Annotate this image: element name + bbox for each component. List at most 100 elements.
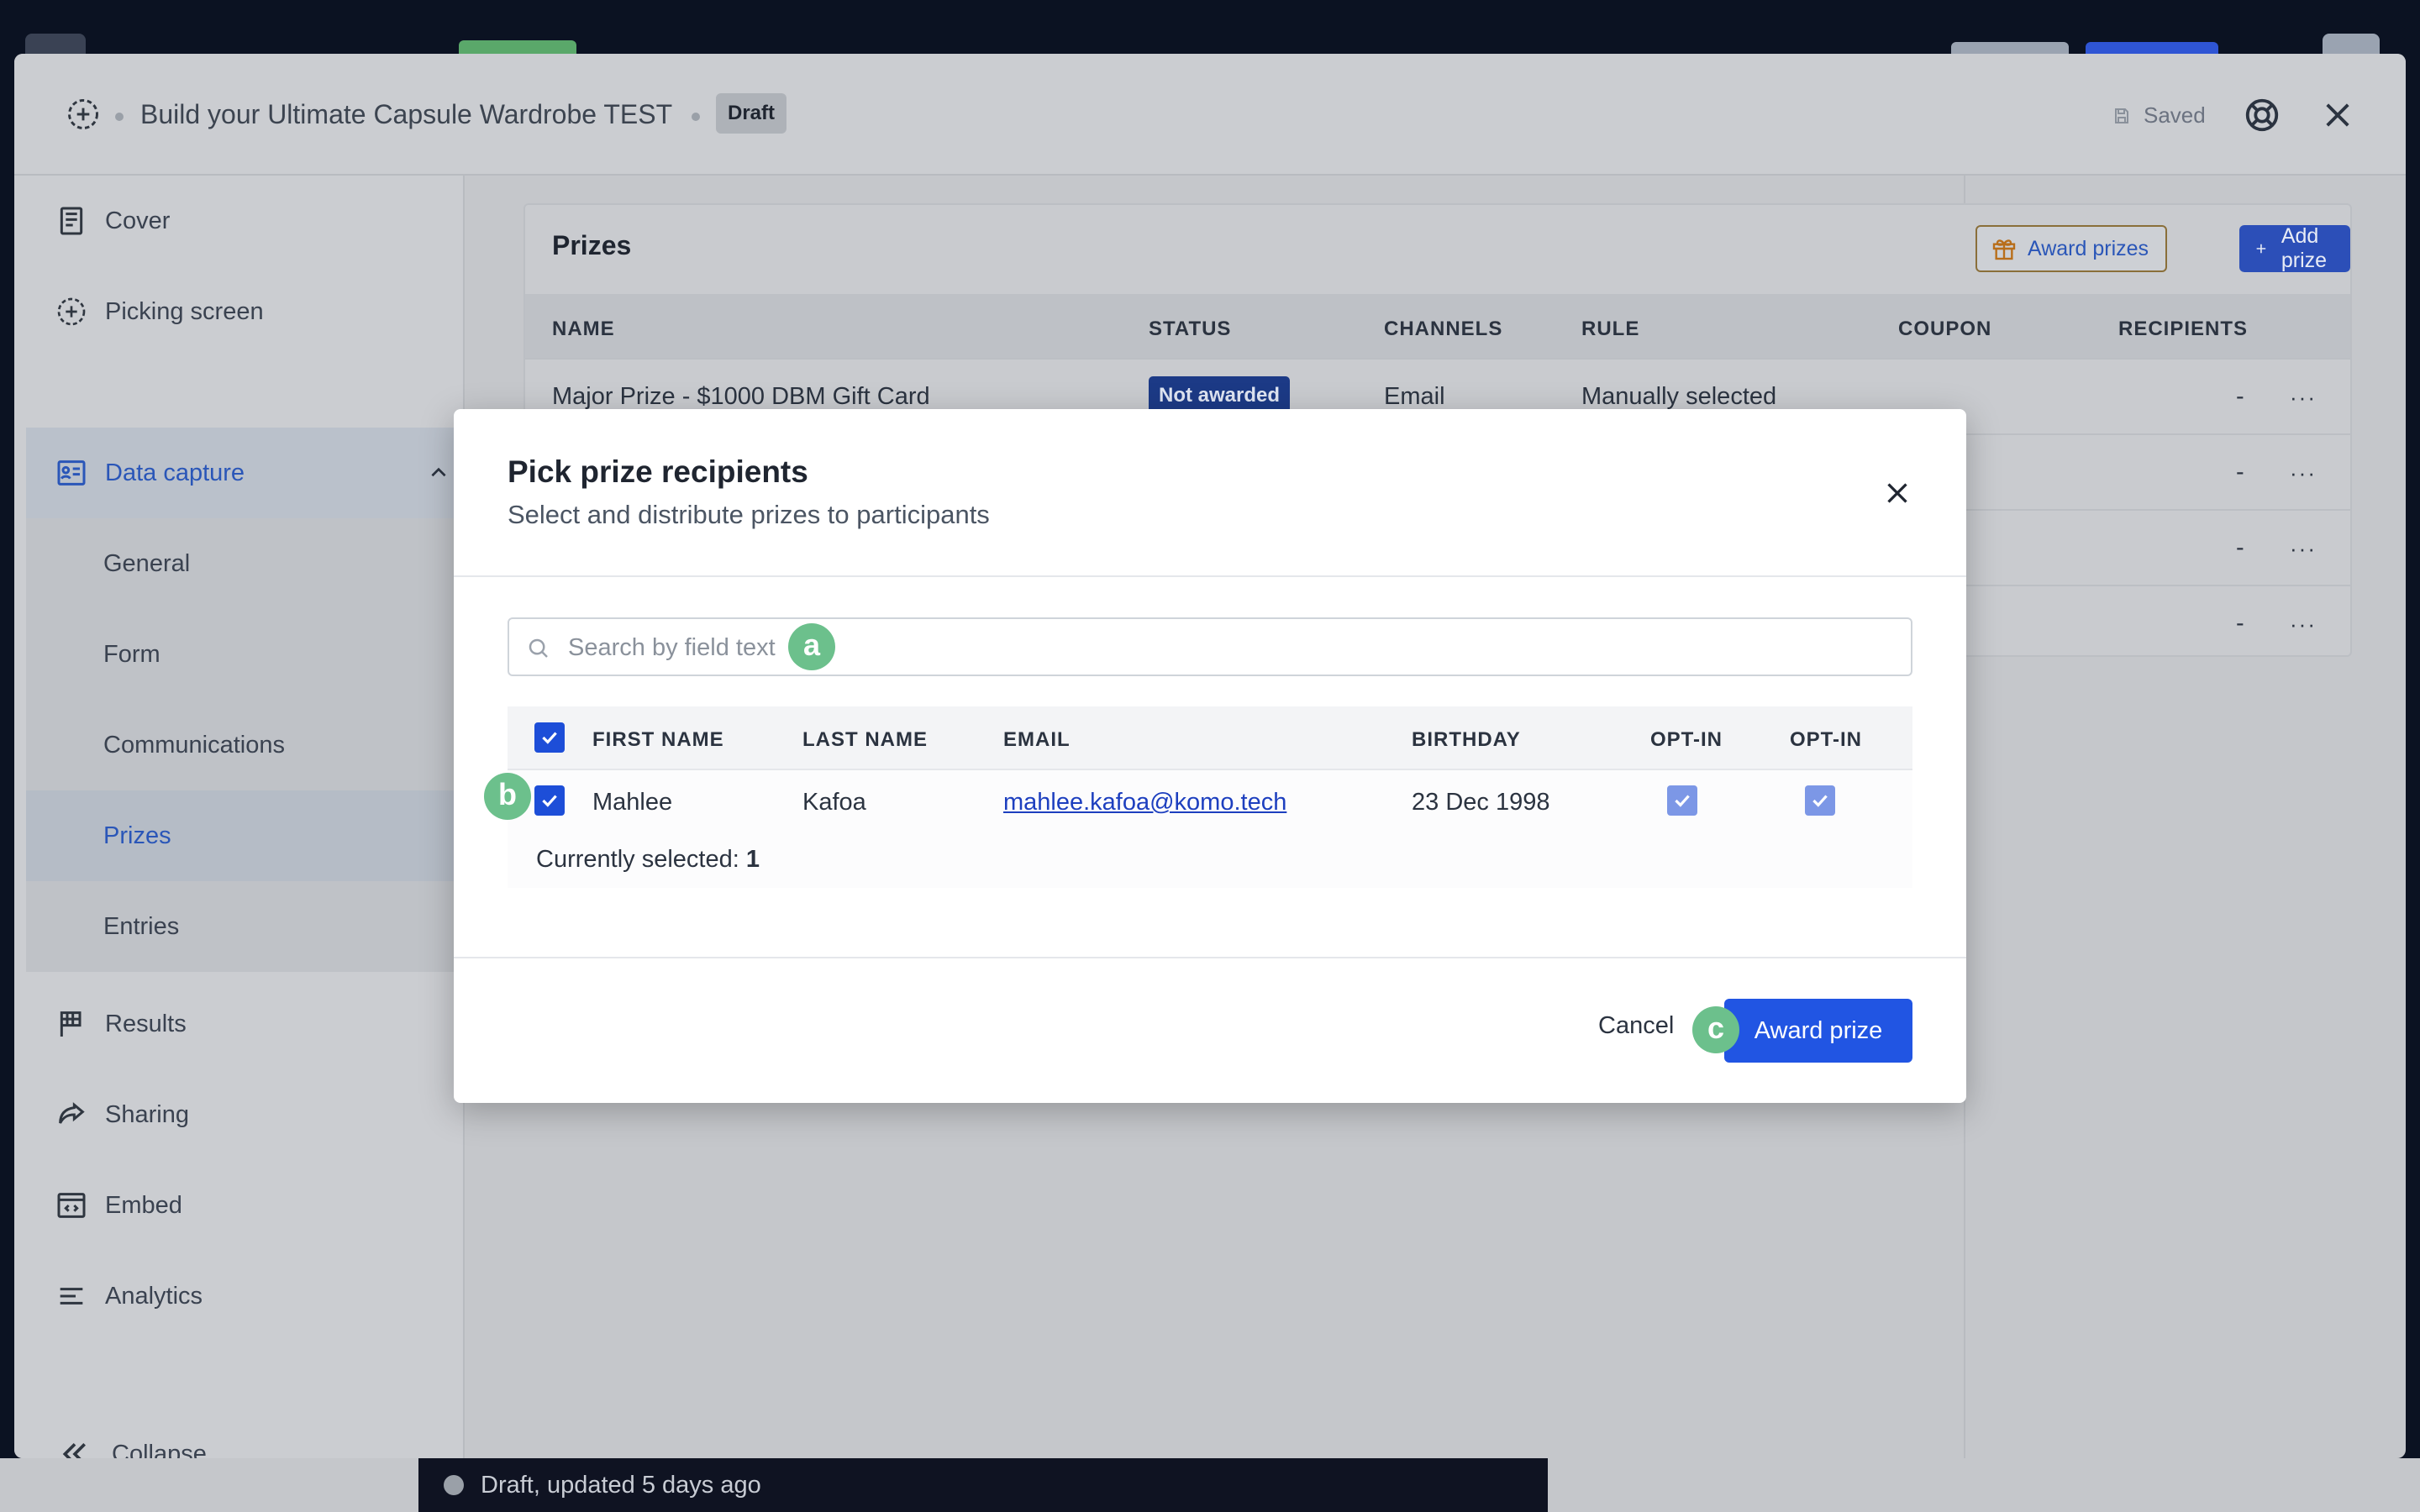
select-all-checkbox[interactable] <box>534 722 565 753</box>
search-icon <box>529 638 548 658</box>
column-header: STATUS <box>1149 318 1232 340</box>
selected-number: 1 <box>745 846 760 873</box>
column-header: OPT-IN <box>1650 728 1723 751</box>
sidebar-item-label: Entries <box>103 912 180 940</box>
sidebar-item-picking-screen[interactable]: Picking screen <box>14 266 465 357</box>
sidebar-item-label: Analytics <box>105 1282 203 1310</box>
app-preview-button <box>1951 42 2069 54</box>
status-text: Draft, updated 5 days ago <box>481 1471 761 1499</box>
email-link[interactable]: mahlee.kafoa@komo.tech <box>1003 789 1286 816</box>
opt-in-checkbox <box>1805 785 1835 816</box>
divider <box>454 575 1966 577</box>
collapse-button[interactable]: Collapse <box>14 1409 465 1458</box>
plus-icon <box>2256 244 2266 254</box>
sidebar-item-entries[interactable]: Entries <box>26 881 465 972</box>
last-name-cell: Kafoa <box>802 789 866 816</box>
saved-indicator: Saved <box>2112 102 2206 129</box>
status-bar: Draft, updated 5 days ago <box>418 1458 1548 1512</box>
add-prize-button[interactable]: Add prize <box>2239 224 2351 272</box>
sidebar: Cover Picking screen Data capture Genera… <box>14 176 465 1458</box>
prize-rule: Manually selected <box>1581 383 1777 410</box>
add-prize-label: Add prize <box>2281 224 2328 272</box>
sidebar-item-label: Results <box>105 1010 187 1037</box>
sidebar-item-data-capture[interactable]: Data capture <box>26 428 465 518</box>
annotation-marker-c: c <box>1692 1006 1739 1053</box>
column-header: RECIPIENTS <box>2118 318 2249 340</box>
prizes-table-header: NAME STATUS CHANNELS RULE COUPON RECIPIE… <box>525 294 2350 358</box>
sidebar-item-prizes[interactable]: Prizes <box>26 790 465 881</box>
search-input[interactable] <box>568 631 1879 664</box>
picking-screen-icon <box>68 99 98 129</box>
opt-in-checkbox <box>1667 785 1697 816</box>
gift-icon <box>1992 239 2016 260</box>
prize-recipients: - <box>2236 534 2244 561</box>
sidebar-item-cover[interactable]: Cover <box>14 176 465 266</box>
recipients-table: FIRST NAME LAST NAME EMAIL BIRTHDAY OPT-… <box>508 706 1912 888</box>
selected-count: Currently selected: 1 <box>536 846 760 874</box>
sidebar-item-label: Cover <box>105 207 171 234</box>
sidebar-item-general[interactable]: General <box>26 518 465 609</box>
more-icon[interactable]: ··· <box>2290 612 2317 638</box>
divider <box>454 957 1966 958</box>
embed-icon <box>57 1193 86 1218</box>
app-avatar <box>2323 34 2380 54</box>
sidebar-item-form[interactable]: Form <box>26 609 465 700</box>
sidebar-item-results[interactable]: Results <box>14 979 465 1069</box>
more-icon[interactable]: ··· <box>2290 385 2317 411</box>
column-header: EMAIL <box>1003 728 1071 751</box>
check-icon <box>1812 795 1828 807</box>
close-window-icon[interactable] <box>2320 97 2355 133</box>
column-header: RULE <box>1581 318 1640 340</box>
recipients-table-header: FIRST NAME LAST NAME EMAIL BIRTHDAY OPT-… <box>508 706 1912 769</box>
prize-channels: Email <box>1384 383 1445 410</box>
prize-recipients: - <box>2236 459 2244 486</box>
sidebar-item-embed[interactable]: Embed <box>14 1160 465 1251</box>
sidebar-item-label: Data capture <box>105 459 245 486</box>
help-icon[interactable] <box>2243 96 2281 134</box>
column-header: NAME <box>552 318 615 340</box>
table-row[interactable]: Mahlee Kafoa mahlee.kafoa@komo.tech 23 D… <box>508 769 1912 829</box>
check-icon <box>542 795 557 807</box>
sidebar-item-analytics[interactable]: Analytics <box>14 1251 465 1341</box>
more-icon[interactable]: ··· <box>2290 536 2317 562</box>
status-dot <box>444 1475 464 1495</box>
award-prizes-button[interactable]: Award prizes <box>1975 225 2168 272</box>
sidebar-item-communications[interactable]: Communications <box>26 700 465 790</box>
separator-dot <box>115 113 124 121</box>
more-icon[interactable]: ··· <box>2290 460 2317 486</box>
flag-icon <box>60 1011 82 1037</box>
sidebar-item-label: Sharing <box>105 1100 189 1128</box>
chevrons-left-icon <box>62 1443 86 1458</box>
prize-name: Major Prize - $1000 DBM Gift Card <box>552 383 930 410</box>
sidebar-item-label: Form <box>103 640 160 668</box>
sidebar-item-sharing[interactable]: Sharing <box>14 1069 465 1160</box>
dialog-title: Pick prize recipients <box>508 454 808 489</box>
sidebar-item-label: Prizes <box>103 822 171 849</box>
column-header: CHANNELS <box>1384 318 1503 340</box>
prize-recipients: - <box>2236 610 2244 637</box>
column-header: FIRST NAME <box>592 728 724 751</box>
search-field[interactable] <box>508 617 1912 676</box>
chevron-up-icon[interactable] <box>428 462 450 484</box>
annotation-marker-a: a <box>788 623 835 670</box>
prizes-title: Prizes <box>552 230 632 260</box>
cancel-button[interactable]: Cancel <box>1598 1012 1674 1040</box>
award-prize-button[interactable]: Award prize <box>1724 999 1912 1063</box>
birthday-cell: 23 Dec 1998 <box>1412 789 1550 816</box>
close-icon[interactable] <box>1882 478 1912 508</box>
column-header: OPT-IN <box>1790 728 1863 751</box>
window-header: Build your Ultimate Capsule Wardrobe TES… <box>14 54 2406 176</box>
dialog-subtitle: Select and distribute prizes to particip… <box>508 500 990 529</box>
save-icon <box>2115 108 2128 123</box>
collapse-label: Collapse <box>112 1440 207 1459</box>
pick-recipients-dialog: Pick prize recipients Select and distrib… <box>454 409 1966 1103</box>
page-title: Build your Ultimate Capsule Wardrobe TES… <box>140 99 673 129</box>
app-publish-button <box>2086 42 2218 54</box>
analytics-icon <box>60 1288 83 1305</box>
check-icon <box>542 732 557 744</box>
row-checkbox[interactable] <box>534 785 565 816</box>
saved-label: Saved <box>2144 102 2206 128</box>
column-header: COUPON <box>1898 318 1992 340</box>
sidebar-item-label: General <box>103 549 191 577</box>
app-logo <box>25 34 86 54</box>
